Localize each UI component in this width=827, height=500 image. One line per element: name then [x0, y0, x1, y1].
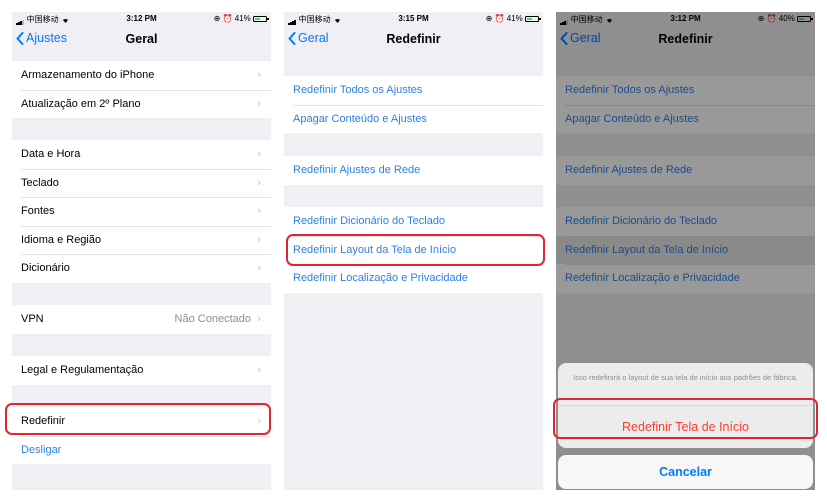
settings-group-regional: Data e Hora › Teclado › Fontes › Idioma e R… — [12, 140, 271, 283]
row-label: Dicionário — [21, 262, 70, 274]
chevron-right-icon: › — [257, 313, 261, 325]
navigation-bar: Geral Redefinir — [284, 26, 543, 54]
settings-group-vpn: VPN Não Conectado › — [12, 305, 271, 334]
battery-percent: 41% — [506, 14, 523, 23]
row-erase-content[interactable]: Apagar Conteúdo e Ajustes — [284, 104, 543, 134]
reset-group-all: Redefinir Todos os Ajustes Apagar Conteú… — [284, 76, 543, 133]
row-keyboard[interactable]: Teclado › — [12, 168, 271, 198]
page-title: Redefinir — [386, 32, 441, 46]
lock-rotation-icon: ⊕ — [485, 14, 493, 23]
highlight-box-confirm — [553, 398, 818, 439]
row-dictionary[interactable]: Dicionário › — [12, 254, 271, 283]
row-label: Idioma e Região — [21, 233, 102, 246]
row-reset-location-privacy[interactable]: Redefinir Localização e Privacidade — [284, 264, 543, 293]
row-reset-keyboard-dictionary[interactable]: Redefinir Dicionário do Teclado — [284, 207, 543, 236]
row-reset-network[interactable]: Redefinir Ajustes de Rede — [284, 156, 543, 185]
highlight-box-reset — [5, 403, 271, 435]
lock-rotation-icon: ⊕ — [213, 14, 221, 23]
chevron-right-icon: › — [257, 69, 261, 81]
vpn-status: Não Conectado — [174, 313, 251, 325]
alarm-icon: ⏰ — [494, 14, 505, 23]
settings-group-legal: Legal e Regulamentação › — [12, 356, 271, 385]
row-label: Atualização em 2º Plano — [21, 97, 141, 110]
battery-icon — [525, 15, 541, 22]
row-background-refresh[interactable]: Atualização em 2º Plano › — [12, 89, 271, 119]
row-label: VPN — [21, 313, 44, 325]
row-vpn[interactable]: VPN Não Conectado › — [12, 305, 271, 334]
row-label: Apagar Conteúdo e Ajustes — [293, 112, 427, 125]
chevron-right-icon: › — [257, 148, 261, 160]
battery-icon — [253, 15, 269, 22]
chevron-right-icon: › — [257, 176, 261, 189]
row-label: Desligar — [21, 443, 62, 456]
row-label: Armazenamento do iPhone — [21, 69, 155, 81]
row-shut-down[interactable]: Desligar — [12, 435, 271, 465]
chevron-right-icon: › — [257, 205, 261, 217]
row-label: Redefinir Localização e Privacidade — [293, 272, 468, 284]
row-reset-all-settings[interactable]: Redefinir Todos os Ajustes — [284, 76, 543, 105]
highlight-box-home-layout — [286, 234, 545, 266]
row-iphone-storage[interactable]: Armazenamento do iPhone › — [12, 61, 271, 90]
settings-group-storage: Armazenamento do iPhone › Atualização em … — [12, 61, 271, 118]
row-label: Fontes — [21, 205, 55, 217]
row-date-time[interactable]: Data e Hora › — [12, 140, 271, 169]
reset-group-network: Redefinir Ajustes de Rede — [284, 156, 543, 185]
row-legal[interactable]: Legal e Regulamentação › — [12, 356, 271, 385]
chevron-right-icon: › — [257, 364, 261, 376]
action-sheet-message: Isso redefinirá o layout de sua tela de … — [573, 373, 798, 382]
row-label: Legal e Regulamentação — [21, 364, 144, 376]
row-label: Redefinir Todos os Ajustes — [293, 84, 423, 96]
row-fonts[interactable]: Fontes › — [12, 197, 271, 226]
status-bar: 中国移动 3:12 PM ⊕ ⏰ 41% — [12, 12, 271, 26]
chevron-right-icon: › — [257, 233, 261, 246]
page-title: Geral — [125, 32, 158, 46]
row-label: Teclado — [21, 176, 59, 189]
status-bar: 中国移动 3:15 PM ⊕ ⏰ 41% — [284, 12, 543, 26]
row-language-region[interactable]: Idioma e Região › — [12, 225, 271, 255]
alarm-icon: ⏰ — [222, 14, 233, 23]
battery-percent: 41% — [234, 14, 251, 23]
cancel-button[interactable]: Cancelar — [558, 455, 813, 489]
row-label: Data e Hora — [21, 148, 81, 160]
row-label: Redefinir Dicionário do Teclado — [293, 215, 446, 227]
chevron-right-icon: › — [257, 262, 261, 274]
row-label: Redefinir Ajustes de Rede — [293, 164, 421, 176]
chevron-right-icon: › — [257, 97, 261, 110]
navigation-bar: Ajustes Geral — [12, 26, 271, 54]
